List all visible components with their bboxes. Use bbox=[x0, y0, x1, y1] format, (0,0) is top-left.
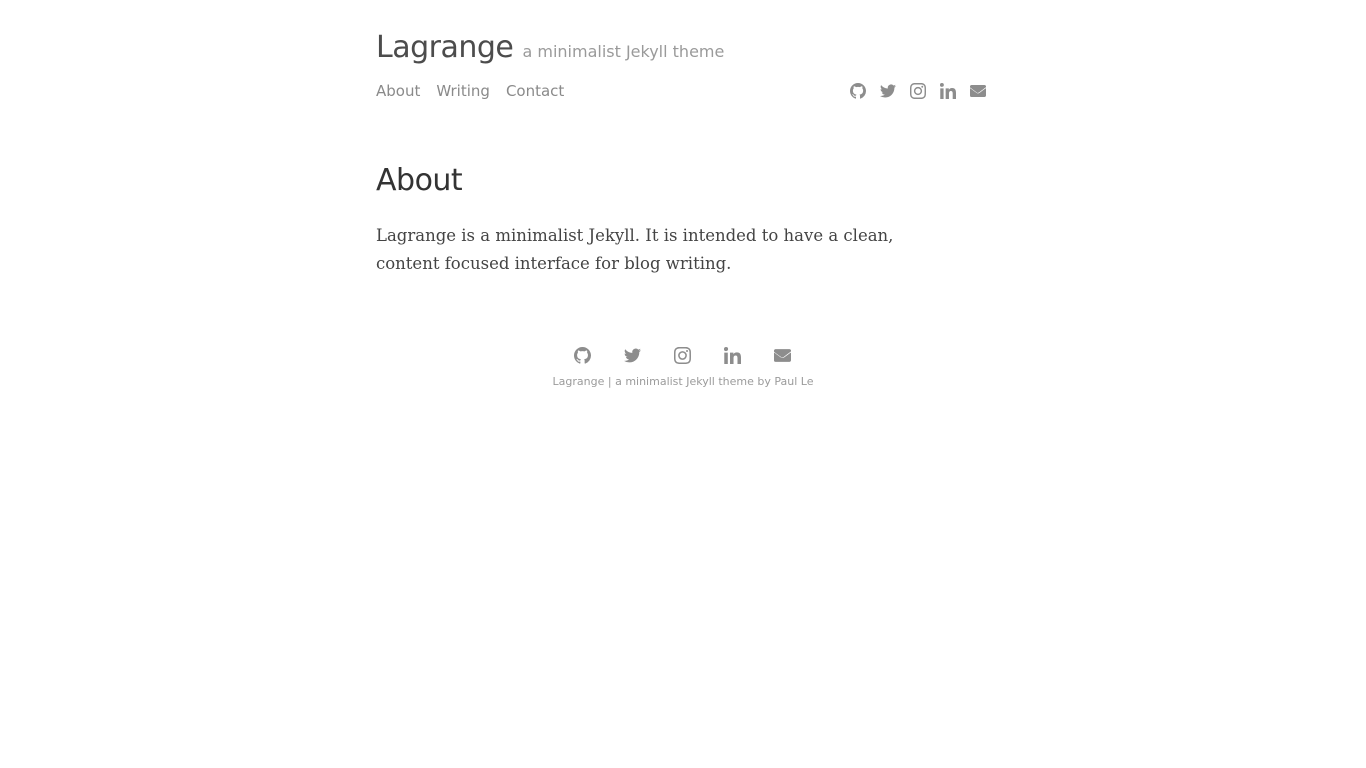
footer-credits: Lagrange | a minimalist Jekyll theme by … bbox=[0, 375, 1366, 388]
page-body-text: Lagrange is a minimalist Jekyll. It is i… bbox=[376, 226, 894, 273]
instagram-icon[interactable] bbox=[673, 346, 691, 364]
site-footer: Lagrange | a minimalist Jekyll theme by … bbox=[0, 340, 1366, 388]
main-nav: About Writing Contact bbox=[376, 82, 564, 100]
footer-tagline: a minimalist Jekyll theme by bbox=[615, 375, 775, 388]
envelope-icon[interactable] bbox=[773, 346, 791, 364]
linkedin-icon[interactable] bbox=[723, 346, 741, 364]
envelope-icon[interactable] bbox=[970, 83, 986, 99]
page-title: About bbox=[376, 163, 463, 198]
footer-social-links bbox=[0, 340, 1366, 370]
instagram-icon[interactable] bbox=[910, 83, 926, 99]
linkedin-icon[interactable] bbox=[940, 83, 956, 99]
twitter-icon[interactable] bbox=[623, 346, 641, 364]
github-icon[interactable] bbox=[573, 346, 591, 364]
footer-author-link[interactable]: Paul Le bbox=[774, 375, 813, 388]
site-tagline: a minimalist Jekyll theme bbox=[522, 42, 725, 61]
twitter-icon[interactable] bbox=[880, 83, 896, 99]
header-social-links bbox=[850, 83, 986, 99]
footer-separator: | bbox=[604, 375, 616, 388]
site-header: Lagrange a minimalist Jekyll theme bbox=[376, 30, 724, 65]
footer-site-link[interactable]: Lagrange bbox=[553, 375, 605, 388]
nav-item-contact[interactable]: Contact bbox=[506, 82, 564, 100]
site-title-link[interactable]: Lagrange bbox=[376, 30, 514, 65]
nav-item-about[interactable]: About bbox=[376, 82, 420, 100]
nav-item-writing[interactable]: Writing bbox=[436, 82, 490, 100]
github-icon[interactable] bbox=[850, 83, 866, 99]
